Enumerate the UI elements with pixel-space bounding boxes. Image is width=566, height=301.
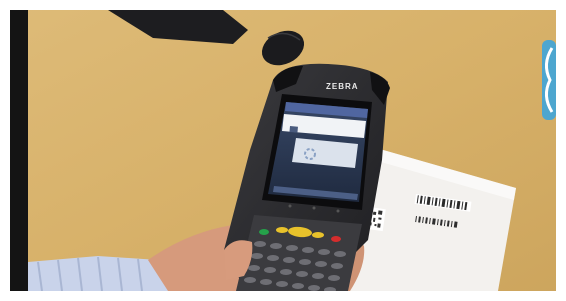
image-frame: ZEBRA xyxy=(0,0,566,301)
scene-illustration xyxy=(28,10,556,291)
video-still: ZEBRA xyxy=(10,10,556,291)
red-end-key xyxy=(331,236,341,242)
nav-back-icon xyxy=(288,204,292,208)
device-brand-logo: ZEBRA xyxy=(326,82,359,91)
green-call-key xyxy=(259,229,269,235)
function-key-yellow xyxy=(276,227,288,233)
scanner-icon xyxy=(289,126,298,133)
photo-scene xyxy=(28,10,556,291)
nav-recent-icon xyxy=(336,209,340,213)
nav-home-icon xyxy=(312,206,316,210)
function-key-yellow-2 xyxy=(312,232,324,238)
side-panel-tab xyxy=(542,40,556,120)
